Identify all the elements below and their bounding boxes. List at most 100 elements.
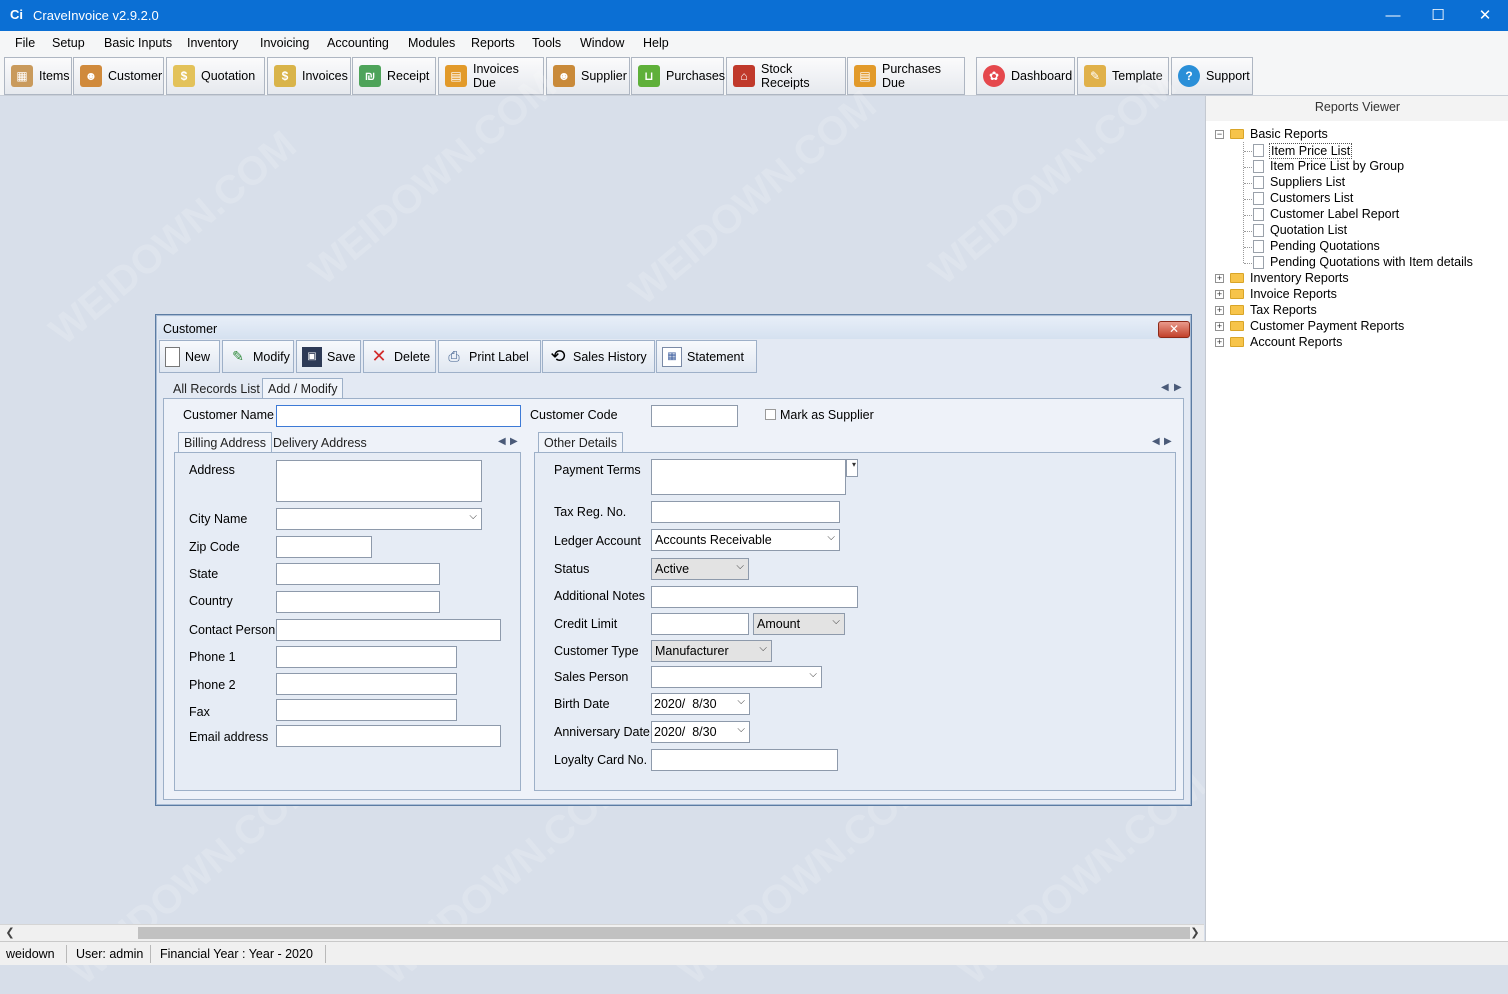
ledger-account-select[interactable]: Accounts Receivable ⌵ (651, 529, 840, 551)
tab-billing-address[interactable]: Billing Address (178, 432, 272, 452)
email-address-input[interactable] (276, 725, 501, 747)
quotation-button[interactable]: $ Quotation (166, 57, 265, 95)
report-customer-label[interactable]: Customer Label Report (1270, 207, 1399, 221)
loyalty-card-input[interactable] (651, 749, 838, 771)
phone2-input[interactable] (276, 673, 457, 695)
new-button[interactable]: New (159, 340, 220, 373)
menu-invoicing[interactable]: Invoicing (260, 36, 309, 50)
report-quotation-list[interactable]: Quotation List (1270, 223, 1347, 237)
tab-scroll-left-icon[interactable]: ◀ (1161, 382, 1169, 393)
city-name-select[interactable]: ⌵ (276, 508, 482, 530)
contact-person-input[interactable] (276, 619, 501, 641)
supplier-button[interactable]: ☻ Supplier (546, 57, 630, 95)
items-button[interactable]: ▦ Items (4, 57, 72, 95)
receipt-button[interactable]: ₪ Receipt (352, 57, 436, 95)
address-label: Address (189, 463, 235, 477)
menu-tools[interactable]: Tools (532, 36, 561, 50)
expand-icon[interactable]: + (1215, 274, 1224, 283)
credit-limit-input[interactable] (651, 613, 749, 635)
tab-all-records-list[interactable]: All Records List (168, 379, 265, 399)
invoices-due-button[interactable]: ▤ Invoices Due (438, 57, 544, 95)
report-customers-list[interactable]: Customers List (1270, 191, 1353, 205)
tree-group-inventory-reports[interactable]: Inventory Reports (1250, 271, 1349, 285)
customer-button[interactable]: ☻ Customer (73, 57, 164, 95)
additional-notes-input[interactable] (651, 586, 858, 608)
stock-receipts-button[interactable]: ⌂ Stock Receipts (726, 57, 846, 95)
status-select[interactable]: Active ⌵ (651, 558, 749, 580)
customer-name-input[interactable] (276, 405, 521, 427)
other-tab-right-icon[interactable]: ▶ (1164, 436, 1172, 447)
address-tab-right-icon[interactable]: ▶ (510, 436, 518, 447)
template-button[interactable]: ✎ Template (1077, 57, 1169, 95)
menu-setup[interactable]: Setup (52, 36, 85, 50)
fax-input[interactable] (276, 699, 457, 721)
dashboard-button[interactable]: ✿ Dashboard (976, 57, 1075, 95)
anniversary-date-picker[interactable]: 2020/ 8/30 ⌵ (651, 721, 750, 743)
expand-icon[interactable]: + (1215, 290, 1224, 299)
customer-close-button[interactable]: ✕ (1158, 321, 1190, 338)
tree-group-invoice-reports[interactable]: Invoice Reports (1250, 287, 1337, 301)
statement-button[interactable]: ▦ Statement (656, 340, 757, 373)
report-pending-quotations[interactable]: Pending Quotations (1270, 239, 1380, 253)
tab-scroll-right-icon[interactable]: ▶ (1174, 382, 1182, 393)
report-suppliers-list[interactable]: Suppliers List (1270, 175, 1345, 189)
other-tab-left-icon[interactable]: ◀ (1152, 436, 1160, 447)
save-button[interactable]: ▣ Save (296, 340, 361, 373)
state-input[interactable] (276, 563, 440, 585)
maximize-button[interactable]: ☐ (1415, 0, 1461, 31)
menu-basic-inputs[interactable]: Basic Inputs (104, 36, 172, 50)
tab-other-details[interactable]: Other Details (538, 432, 623, 452)
tree-group-tax-reports[interactable]: Tax Reports (1250, 303, 1317, 317)
customer-code-input[interactable] (651, 405, 738, 427)
report-item-price-list[interactable]: Item Price List (1269, 143, 1353, 159)
scroll-thumb[interactable] (138, 927, 1190, 939)
expand-icon[interactable]: + (1215, 306, 1224, 315)
tab-delivery-address[interactable]: Delivery Address (268, 433, 372, 453)
menu-reports[interactable]: Reports (471, 36, 515, 50)
payment-terms-input[interactable] (651, 459, 846, 495)
credit-limit-type-select[interactable]: Amount ⌵ (753, 613, 845, 635)
delete-button[interactable]: ✕ Delete (363, 340, 436, 373)
birth-date-picker[interactable]: 2020/ 8/30 ⌵ (651, 693, 750, 715)
close-button[interactable]: ✕ (1462, 0, 1508, 31)
modify-button[interactable]: ✎ Modify (222, 340, 294, 373)
address-input[interactable] (276, 460, 482, 502)
menu-help[interactable]: Help (643, 36, 669, 50)
sales-history-button[interactable]: ⟲ Sales History (542, 340, 655, 373)
tree-group-basic-reports[interactable]: Basic Reports (1250, 127, 1328, 141)
mark-as-supplier-checkbox[interactable] (765, 409, 776, 420)
sales-person-select[interactable]: ⌵ (651, 666, 822, 688)
menu-window[interactable]: Window (580, 36, 624, 50)
invoices-button[interactable]: $ Invoices (267, 57, 351, 95)
print-label-button[interactable]: ⎙ Print Label (438, 340, 541, 373)
minimize-button[interactable]: — (1370, 0, 1416, 31)
expand-icon[interactable]: + (1215, 322, 1224, 331)
menu-inventory[interactable]: Inventory (187, 36, 238, 50)
country-input[interactable] (276, 591, 440, 613)
payment-terms-dropdown[interactable]: ▾ (846, 459, 858, 477)
tree-group-account-reports[interactable]: Account Reports (1250, 335, 1342, 349)
purchases-button[interactable]: ⊔ Purchases (631, 57, 725, 95)
scroll-right-icon[interactable]: ❯ (1188, 926, 1202, 939)
purchases-due-button[interactable]: ▤ Purchases Due (847, 57, 965, 95)
tree-group-customer-payment-reports[interactable]: Customer Payment Reports (1250, 319, 1404, 333)
chevron-down-icon: ⌵ (759, 643, 767, 654)
menu-file[interactable]: File (15, 36, 35, 50)
address-tab-left-icon[interactable]: ◀ (498, 436, 506, 447)
customer-type-select[interactable]: Manufacturer ⌵ (651, 640, 772, 662)
menu-modules[interactable]: Modules (408, 36, 455, 50)
horizontal-scrollbar[interactable]: ❮ ❯ (0, 924, 1204, 941)
report-document-icon (1253, 256, 1264, 269)
report-item-price-list-by-group[interactable]: Item Price List by Group (1270, 159, 1404, 173)
mark-as-supplier-label: Mark as Supplier (780, 408, 874, 422)
menu-accounting[interactable]: Accounting (327, 36, 389, 50)
report-pending-quotations-details[interactable]: Pending Quotations with Item details (1270, 255, 1473, 269)
support-button[interactable]: ? Support (1171, 57, 1253, 95)
collapse-icon[interactable]: − (1215, 130, 1224, 139)
expand-icon[interactable]: + (1215, 338, 1224, 347)
phone1-input[interactable] (276, 646, 457, 668)
tax-reg-input[interactable] (651, 501, 840, 523)
tab-add-modify[interactable]: Add / Modify (262, 378, 344, 398)
scroll-left-icon[interactable]: ❮ (3, 926, 17, 939)
zip-code-input[interactable] (276, 536, 372, 558)
